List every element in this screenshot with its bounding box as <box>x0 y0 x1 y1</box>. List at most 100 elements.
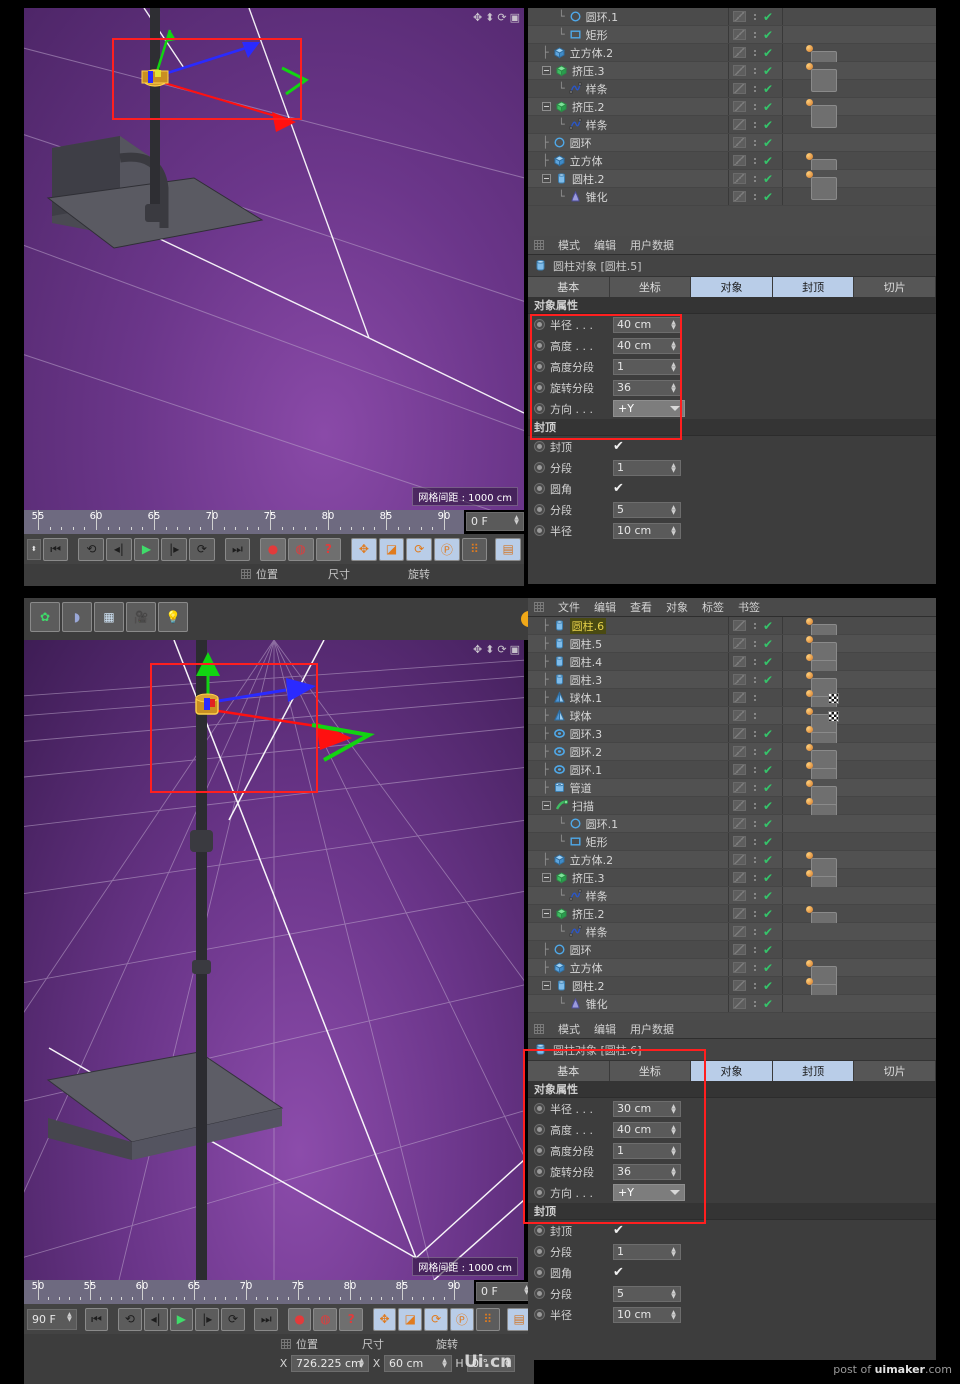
attr-menu-mode[interactable]: 模式 <box>558 1021 580 1037</box>
property-row[interactable]: 圆角✔ <box>528 1262 936 1283</box>
play-button[interactable]: ▶ <box>170 1308 194 1331</box>
visibility-dots-icon[interactable] <box>751 176 759 182</box>
object-tree-row[interactable]: └样条✔ <box>528 80 936 98</box>
play-forward-button[interactable]: ⟳ <box>221 1308 245 1331</box>
play-button[interactable]: ▶ <box>134 538 160 561</box>
enabled-check-icon[interactable]: ✔ <box>763 119 773 131</box>
visibility-toggle-icon[interactable] <box>733 65 746 76</box>
record-position-button[interactable]: ✥ <box>373 1308 397 1331</box>
object-row-columns[interactable]: ✔ <box>728 869 936 886</box>
object-tree-row[interactable]: ├立方体✔ <box>528 959 936 977</box>
visibility-toggle-icon[interactable] <box>733 980 746 991</box>
top-viewport-nav-icons[interactable]: ✥ ⬍ ⟳ ▣ <box>473 11 520 24</box>
grip-icon[interactable] <box>241 569 251 579</box>
attr-menu-userdata[interactable]: 用户数据 <box>630 1021 674 1037</box>
object-row-name[interactable]: 圆柱.2 <box>528 978 723 994</box>
expander-icon[interactable] <box>542 909 551 918</box>
object-row-name[interactable]: ├立方体.2 <box>528 852 723 868</box>
grip-icon[interactable] <box>534 240 544 250</box>
top-frame-stepper[interactable]: ⬍ <box>27 539 41 560</box>
object-row-columns[interactable]: ✔ <box>728 761 936 778</box>
object-tree-row[interactable]: 圆柱.2✔ <box>528 170 936 188</box>
grip-icon[interactable] <box>281 1339 291 1349</box>
property-input[interactable]: 5▲▼ <box>613 1286 681 1302</box>
visibility-dots-icon[interactable] <box>751 14 759 20</box>
enabled-check-icon[interactable]: ✔ <box>763 800 773 812</box>
visibility-dots-icon[interactable] <box>751 659 759 665</box>
bottom-cap-properties[interactable]: 封顶✔分段1▲▼圆角✔分段5▲▼半径10 cm▲▼ <box>528 1220 936 1325</box>
spinner-icon[interactable]: ▲▼ <box>358 1358 365 1369</box>
visibility-toggle-icon[interactable] <box>733 692 746 703</box>
object-row-columns[interactable]: ✔ <box>728 941 936 958</box>
visibility-toggle-icon[interactable] <box>733 137 746 148</box>
enabled-check-icon[interactable]: ✔ <box>763 155 773 167</box>
object-row-name[interactable]: ├球体.1 <box>528 690 723 706</box>
object-row-columns[interactable]: ✔ <box>728 905 936 922</box>
property-anim-dot-icon[interactable] <box>534 525 545 536</box>
object-tree-row[interactable]: ├球体.1 <box>528 689 936 707</box>
record-scale-button[interactable]: ◪ <box>379 538 405 561</box>
object-row-name[interactable]: 挤压.2 <box>528 99 723 115</box>
enabled-check-icon[interactable]: ✔ <box>763 962 773 974</box>
texture-tag-icon[interactable] <box>828 711 839 722</box>
visibility-dots-icon[interactable] <box>751 695 759 701</box>
visibility-dots-icon[interactable] <box>751 911 759 917</box>
visibility-dots-icon[interactable] <box>751 50 759 56</box>
expander-icon[interactable] <box>542 873 551 882</box>
landscape-icon[interactable]: ◗ <box>62 602 92 632</box>
object-row-columns[interactable]: ✔ <box>728 170 936 187</box>
object-row-columns[interactable]: ✔ <box>728 959 936 976</box>
spinner-icon[interactable]: ▲▼ <box>670 1310 677 1321</box>
object-row-name[interactable]: 扫描 <box>528 798 723 814</box>
visibility-toggle-icon[interactable] <box>733 998 746 1009</box>
object-row-columns[interactable]: ✔ <box>728 671 936 688</box>
visibility-toggle-icon[interactable] <box>733 119 746 130</box>
object-row-columns[interactable]: ✔ <box>728 44 936 61</box>
object-tree-row[interactable]: ├圆环.2✔ <box>528 743 936 761</box>
loop-button[interactable]: ⟲ <box>78 538 104 561</box>
spinner-icon[interactable]: ▲▼ <box>66 1312 73 1323</box>
enabled-check-icon[interactable]: ✔ <box>763 47 773 59</box>
object-tree-row[interactable]: ├圆环.3✔ <box>528 725 936 743</box>
property-input[interactable]: 10 cm▲▼ <box>613 523 681 539</box>
object-row-name[interactable]: └样条 <box>528 888 723 904</box>
top-attribute-manager[interactable]: 模式 编辑 用户数据 圆柱对象 [圆柱.5] 基本坐标对象封顶切片 对象属性 半… <box>528 236 936 584</box>
object-row-name[interactable]: ├圆环 <box>528 135 723 151</box>
visibility-dots-icon[interactable] <box>751 194 759 200</box>
prev-key-button[interactable]: ◂| <box>144 1308 168 1331</box>
visibility-dots-icon[interactable] <box>751 713 759 719</box>
property-row[interactable]: 分段5▲▼ <box>528 1283 936 1304</box>
enabled-check-icon[interactable]: ✔ <box>763 65 773 77</box>
autokey-button[interactable]: ◍ <box>313 1308 337 1331</box>
object-row-name[interactable]: └矩形 <box>528 27 723 43</box>
object-tree-row[interactable]: ├圆环.1✔ <box>528 761 936 779</box>
prev-key-button[interactable]: ◂| <box>106 538 132 561</box>
attr-menu-userdata[interactable]: 用户数据 <box>630 237 674 253</box>
expander-icon[interactable] <box>542 801 551 810</box>
spinner-icon[interactable]: ▲▼ <box>513 515 520 526</box>
size-x-input[interactable]: 60 cm ▲▼ <box>384 1355 452 1372</box>
visibility-toggle-icon[interactable] <box>733 638 746 649</box>
property-checkbox[interactable]: ✔ <box>613 482 624 495</box>
object-tree-row[interactable]: └样条✔ <box>528 887 936 905</box>
spinner-icon[interactable]: ▲▼ <box>670 1289 677 1300</box>
object-row-name[interactable]: └样条 <box>528 81 723 97</box>
object-row-name[interactable]: └锥化 <box>528 189 723 205</box>
grip-icon[interactable] <box>534 602 544 612</box>
object-row-columns[interactable]: ✔ <box>728 815 936 832</box>
object-row-name[interactable]: ├圆环 <box>528 942 723 958</box>
property-row[interactable]: 分段1▲▼ <box>528 457 936 478</box>
texture-tag-icon[interactable] <box>828 693 839 704</box>
visibility-toggle-icon[interactable] <box>733 728 746 739</box>
spinner-icon[interactable]: ▲▼ <box>670 463 677 474</box>
object-tree-row[interactable]: ├圆柱.3✔ <box>528 671 936 689</box>
object-row-columns[interactable]: ✔ <box>728 923 936 940</box>
bottom-current-frame-field[interactable]: 0 F ▲▼ <box>476 1282 534 1301</box>
object-tree-row[interactable]: ├圆柱.5✔ <box>528 635 936 653</box>
spinner-icon[interactable]: ▲▼ <box>670 505 677 516</box>
visibility-dots-icon[interactable] <box>751 140 759 146</box>
enabled-check-icon[interactable]: ✔ <box>763 29 773 41</box>
key-help-button[interactable]: ? <box>339 1308 363 1331</box>
property-row[interactable]: 分段5▲▼ <box>528 499 936 520</box>
enabled-check-icon[interactable]: ✔ <box>763 998 773 1010</box>
